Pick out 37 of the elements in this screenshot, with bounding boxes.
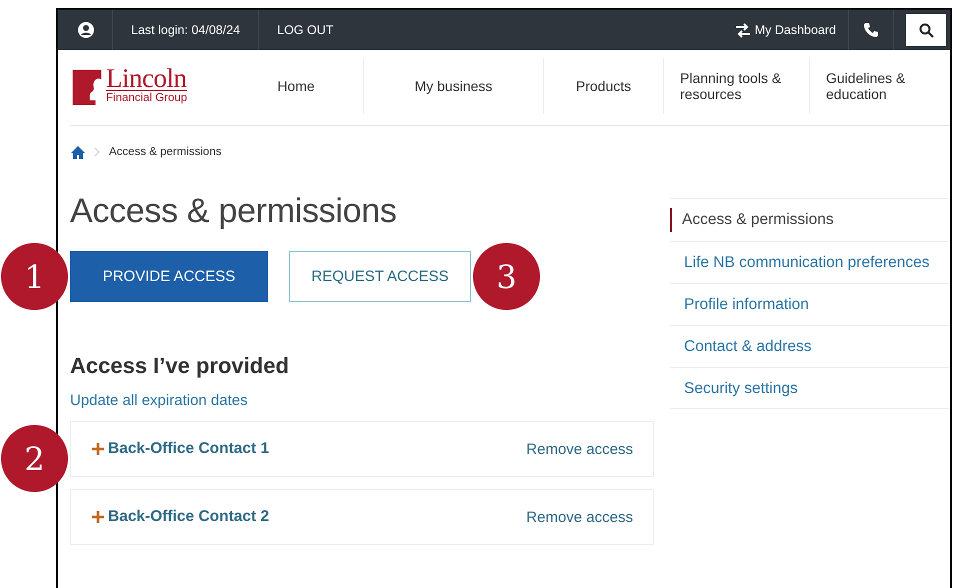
request-button[interactable]: REQUEST ACCESS <box>289 251 471 302</box>
provide-button[interactable]: PROVIDE ACCESS <box>70 251 268 302</box>
nav-link[interactable]: Home <box>229 58 364 114</box>
last-login-text: Last login: 04/08/24 <box>131 23 240 37</box>
section-heading: Access I’ve provided <box>70 352 290 380</box>
remove-access-link[interactable]: Remove access <box>526 440 633 458</box>
nav-link[interactable]: Products <box>544 58 664 114</box>
sidebar-link[interactable]: Contact & address <box>670 325 950 367</box>
callout-marker: 1 <box>1 243 68 310</box>
callout-marker: 3 <box>473 243 540 310</box>
sidebar-link[interactable]: Profile information <box>670 283 950 325</box>
search-button[interactable] <box>906 14 946 46</box>
logout-link[interactable]: LOG OUT <box>277 23 334 37</box>
sidebar-link[interactable]: Security settings <box>670 367 950 409</box>
contact-toggle[interactable]: Back-Office Contact 2 <box>91 508 270 526</box>
chevron-icon <box>94 147 101 157</box>
plus-icon <box>91 510 105 524</box>
sidebar-link[interactable]: Life NB communication preferences <box>670 241 950 283</box>
nav-link[interactable]: My business <box>364 58 544 114</box>
search-icon <box>918 22 934 38</box>
nav-link[interactable]: Guidelines & education <box>810 58 950 114</box>
breadcrumb-item: Access & permissions <box>109 146 222 158</box>
logo-name: Lincoln <box>106 66 188 91</box>
callout-marker: 2 <box>1 425 68 492</box>
user-icon <box>78 22 94 38</box>
phone-icon[interactable] <box>863 22 879 38</box>
page-title: Access & permissions <box>70 191 398 232</box>
home-icon[interactable] <box>70 144 86 160</box>
remove-access-link[interactable]: Remove access <box>526 508 633 526</box>
plus-icon <box>91 442 105 456</box>
update-link[interactable]: Update all expiration dates <box>70 392 654 409</box>
sidebar-link[interactable]: Access & permissions <box>670 208 950 232</box>
swap-arrows-icon <box>734 22 751 38</box>
dashboard-link[interactable]: My Dashboard <box>722 22 848 38</box>
logo-tagline: Financial Group <box>106 91 188 105</box>
nav-link[interactable]: Planning tools & resources <box>664 58 810 114</box>
contact-toggle[interactable]: Back-Office Contact 1 <box>91 440 270 458</box>
